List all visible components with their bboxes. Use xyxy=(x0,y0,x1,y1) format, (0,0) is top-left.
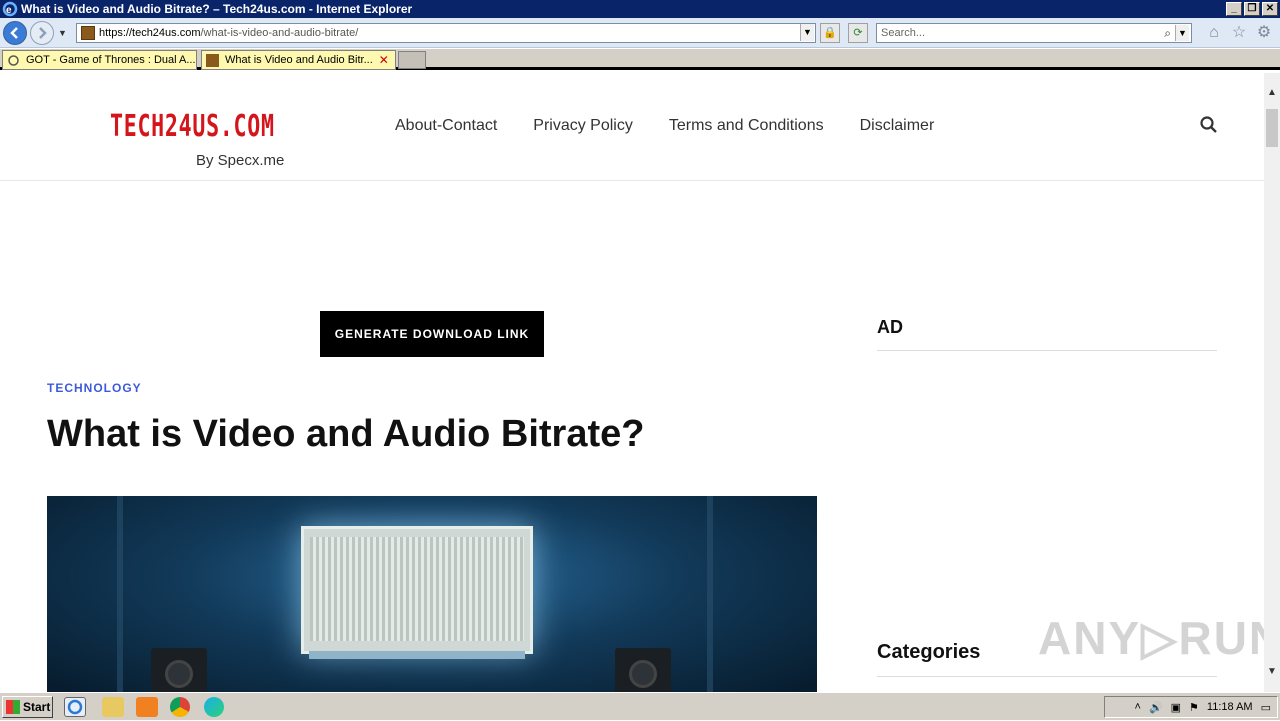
search-placeholder: Search... xyxy=(881,27,926,39)
search-icon[interactable]: ⌕ xyxy=(1164,24,1171,42)
site-favicon xyxy=(81,26,95,40)
network-icon[interactable]: ▣ xyxy=(1171,701,1181,714)
home-icon[interactable]: ⌂ xyxy=(1205,24,1223,42)
background-pole xyxy=(117,496,123,692)
tray-expand-icon[interactable]: ˄ xyxy=(1135,701,1141,713)
tab-label: What is Video and Audio Bitr... xyxy=(225,54,373,66)
divider xyxy=(877,350,1217,351)
start-label: Start xyxy=(23,700,51,714)
main-menu: About-Contact Privacy Policy Terms and C… xyxy=(395,117,934,135)
clock[interactable]: 11:18 AM xyxy=(1207,701,1253,713)
tab-got[interactable]: GOT - Game of Thrones : Dual A... xyxy=(2,50,197,70)
post-title: What is Video and Audio Bitrate? xyxy=(47,413,645,455)
window-title: What is Video and Audio Bitrate? – Tech2… xyxy=(21,2,413,16)
ie-taskbar-icon[interactable] xyxy=(64,697,86,717)
close-tab-icon[interactable]: ✕ xyxy=(379,53,389,67)
restore-button[interactable]: ❐ xyxy=(1244,2,1260,16)
volume-icon[interactable]: 🔊 xyxy=(1149,701,1163,714)
system-tray: ˄ 🔊 ▣ ⚑ 11:18 AM ▭ xyxy=(1104,696,1278,718)
windows-logo-icon xyxy=(6,700,20,714)
folder-icon[interactable] xyxy=(102,697,124,717)
address-dropdown[interactable]: ▼ xyxy=(800,24,814,41)
scroll-down-icon[interactable]: ▼ xyxy=(1264,664,1280,680)
sidebar-ad-heading: AD xyxy=(877,317,903,337)
anyrun-watermark: ANY▷RUN xyxy=(1038,612,1264,664)
show-desktop-icon[interactable]: ▭ xyxy=(1261,701,1271,714)
refresh-icon[interactable]: ⟳ xyxy=(848,23,868,43)
monitor-graphic xyxy=(301,526,533,654)
site-header: TECH24US.COM By Specx.me About-Contact P… xyxy=(0,73,1264,181)
generate-download-link-button[interactable]: GENERATE DOWNLOAD LINK xyxy=(320,311,544,357)
forward-icon xyxy=(39,27,47,39)
start-button[interactable]: Start xyxy=(2,696,53,718)
scroll-thumb[interactable] xyxy=(1266,109,1278,147)
search-input[interactable]: Search... ⌕ ▼ xyxy=(876,23,1192,43)
address-host: https://tech24us.com xyxy=(99,27,201,39)
svg-text:e: e xyxy=(6,5,12,16)
page-scrollbar[interactable]: ▲ ▼ xyxy=(1264,73,1280,692)
background-pole xyxy=(707,496,713,692)
post-category[interactable]: TECHNOLOGY xyxy=(47,381,142,395)
speaker-right xyxy=(615,648,671,692)
taskbar: Start ˄ 🔊 ▣ ⚑ 11:18 AM ▭ xyxy=(0,692,1280,720)
edge-icon[interactable] xyxy=(204,697,224,717)
menu-item-terms[interactable]: Terms and Conditions xyxy=(669,117,824,135)
tab-active[interactable]: What is Video and Audio Bitr... ✕ xyxy=(201,50,396,70)
monitor-stand xyxy=(309,651,525,659)
star-icon[interactable]: ☆ xyxy=(1230,24,1248,42)
tab-label: GOT - Game of Thrones : Dual A... xyxy=(26,54,196,66)
speaker-left xyxy=(151,648,207,692)
sidebar-categories-heading: Categories xyxy=(877,641,981,663)
tabs-bar: GOT - Game of Thrones : Dual A... What i… xyxy=(0,49,1280,70)
menu-item-disclaimer[interactable]: Disclaimer xyxy=(860,117,935,135)
flag-icon[interactable]: ⚑ xyxy=(1189,701,1199,714)
back-icon xyxy=(10,27,18,39)
chrome-icon[interactable] xyxy=(170,697,190,717)
minimize-button[interactable]: _ xyxy=(1226,2,1242,16)
address-path: /what-is-video-and-audio-bitrate/ xyxy=(200,27,359,39)
scroll-up-icon[interactable]: ▲ xyxy=(1264,85,1280,101)
back-button[interactable] xyxy=(3,21,27,45)
close-button[interactable]: ✕ xyxy=(1262,2,1278,16)
web-page: TECH24US.COM By Specx.me About-Contact P… xyxy=(0,73,1264,692)
divider xyxy=(877,676,1217,677)
window-title-bar: e What is Video and Audio Bitrate? – Tec… xyxy=(0,0,1280,18)
site-logo-subtitle: By Specx.me xyxy=(196,152,285,169)
post-featured-image xyxy=(47,496,817,692)
search-dropdown[interactable]: ▼ xyxy=(1175,25,1189,41)
forward-button[interactable] xyxy=(30,21,54,45)
site-logo[interactable]: TECH24US.COM xyxy=(110,109,275,144)
speaker-cone xyxy=(629,660,657,688)
ie-icon: e xyxy=(2,1,18,17)
search-icon[interactable] xyxy=(1199,115,1219,135)
navigation-bar: ▼ https://tech24us.com/what-is-video-and… xyxy=(0,18,1280,48)
address-bar[interactable]: https://tech24us.com/what-is-video-and-a… xyxy=(76,23,816,43)
speaker-cone xyxy=(165,660,193,688)
new-tab-button[interactable] xyxy=(398,51,426,69)
media-player-icon[interactable] xyxy=(136,697,158,717)
menu-item-privacy-policy[interactable]: Privacy Policy xyxy=(533,117,633,135)
site-favicon xyxy=(206,53,219,67)
menu-item-about-contact[interactable]: About-Contact xyxy=(395,117,497,135)
loading-icon xyxy=(8,54,19,66)
history-dropdown[interactable]: ▼ xyxy=(58,28,68,38)
mixer-screen xyxy=(310,537,524,641)
lock-icon[interactable]: 🔒 xyxy=(820,23,840,43)
gear-icon[interactable]: ⚙ xyxy=(1255,24,1273,42)
